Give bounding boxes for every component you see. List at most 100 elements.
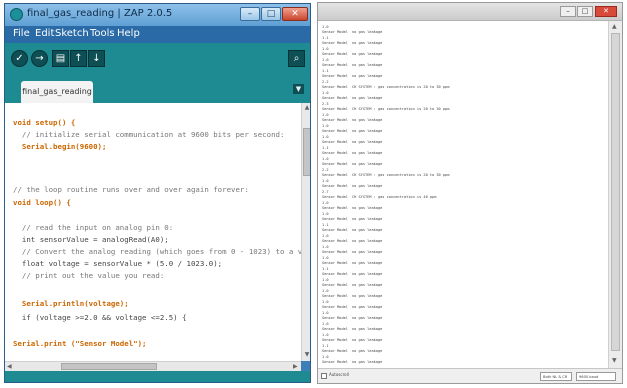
serial-line: 1.1 Sensor Model no gas leakage (322, 69, 606, 80)
scroll-down-icon[interactable]: ▼ (303, 351, 310, 359)
menu-edit[interactable]: Edit (35, 28, 54, 39)
sensor-voltage-value: 1.0 (322, 245, 329, 249)
serial-line: 1.0 Sensor Model no gas leakage (322, 47, 606, 58)
serial-line: 2.2 Sensor Model CH SYSTEM : gas concentra… (322, 80, 606, 91)
sensor-model-label: Sensor Model (322, 228, 348, 232)
menu-sketch[interactable]: Sketch (55, 28, 89, 39)
gas-status-message: no gas leakage (352, 162, 383, 166)
scrollbar-thumb[interactable] (303, 128, 310, 176)
tab-menu-icon[interactable]: ▼ (293, 84, 304, 94)
gas-status-message: no gas leakage (352, 217, 383, 221)
gas-status-message: CH SYSTEM : gas concentration is 40 ppm (352, 195, 437, 199)
sensor-model-label: Sensor Model (322, 118, 348, 122)
gas-status-message: no gas leakage (352, 239, 383, 243)
maximize-button[interactable]: □ (261, 7, 281, 21)
sensor-voltage-value: 2.7 (322, 190, 329, 194)
sensor-model-label: Sensor Model (322, 129, 348, 133)
serial-output[interactable]: 1.0 Sensor Model no gas leakage 1.1 Sensor M… (318, 21, 608, 368)
menu-file[interactable]: File (13, 28, 30, 39)
sensor-voltage-value: 1.0 (322, 47, 329, 51)
open-icon[interactable]: ↑ (70, 50, 87, 67)
sensor-voltage-value: 1.0 (322, 201, 329, 205)
editor-horizontal-scrollbar[interactable]: ◀ ▶ (5, 361, 301, 371)
baud-rate-select[interactable]: 9600 baud (576, 372, 616, 381)
close-button[interactable]: ✕ (282, 7, 308, 21)
gas-status-message: no gas leakage (352, 294, 383, 298)
close-button[interactable]: ✕ (595, 6, 617, 17)
serial-line: 1.0 Sensor Model no gas leakage (322, 234, 606, 245)
gas-status-message: no gas leakage (352, 184, 383, 188)
serial-line: 1.1 Sensor Model no gas leakage (322, 36, 606, 47)
tab-sketch[interactable]: final_gas_reading (21, 81, 93, 103)
serial-line: 1.0 Sensor Model no gas leakage (322, 179, 606, 190)
scroll-up-icon[interactable]: ▲ (612, 23, 617, 30)
scrollbar-thumb[interactable] (61, 363, 157, 370)
gas-status-message: no gas leakage (352, 261, 383, 265)
sensor-model-label: Sensor Model (322, 74, 348, 78)
sensor-model-label: Sensor Model (322, 85, 348, 89)
serial-vertical-scrollbar[interactable]: ▲ ▼ (608, 21, 622, 368)
sensor-model-label: Sensor Model (322, 338, 348, 342)
sensor-voltage-value: 1.0 (322, 212, 329, 216)
menu-tools[interactable]: Tools (90, 28, 115, 39)
sensor-voltage-value: 1.0 (322, 157, 329, 161)
serial-line: 1.0 Sensor Model no gas leakage (322, 212, 606, 223)
sensor-model-label: Sensor Model (322, 239, 348, 243)
minimize-button[interactable]: – (560, 6, 576, 17)
gas-status-message: no gas leakage (352, 63, 383, 67)
serial-line: 1.0 Sensor Model no gas leakage (322, 355, 606, 366)
save-icon[interactable]: ↓ (88, 50, 105, 67)
ide-titlebar[interactable]: final_gas_reading | ZAP 2.0.5 – □ ✕ (5, 4, 310, 26)
sensor-voltage-value: 1.1 (322, 344, 329, 348)
serial-line: 1.0 Sensor Model no gas leakage (322, 289, 606, 300)
serial-line: 1.0 Sensor Model no gas leakage (322, 300, 606, 311)
maximize-button[interactable]: □ (577, 6, 593, 17)
sensor-voltage-value: 1.0 (322, 179, 329, 183)
code-editor[interactable]: void setup() { // initialize serial comm… (5, 103, 301, 361)
scroll-down-icon[interactable]: ▼ (612, 357, 617, 364)
sensor-voltage-value: 1.0 (322, 124, 329, 128)
serial-line: 1.0 Sensor Model no gas leakage (322, 124, 606, 135)
serial-line: 1.0 Sensor Model no gas leakage (322, 201, 606, 212)
scroll-left-icon[interactable]: ◀ (7, 363, 12, 370)
autoscroll-checkbox[interactable] (321, 373, 327, 379)
line-ending-select[interactable]: Both NL & CR (540, 372, 572, 381)
scroll-up-icon[interactable]: ▲ (303, 104, 310, 112)
gas-status-message: no gas leakage (352, 360, 383, 364)
gas-status-message: no gas leakage (352, 272, 383, 276)
serial-line: 1.0 Sensor Model no gas leakage (322, 311, 606, 322)
sensor-voltage-value: 1.0 (322, 234, 329, 238)
code-line: // Convert the analog reading (which goe… (13, 247, 301, 256)
serial-line: 1.0 Sensor Model no gas leakage (322, 113, 606, 124)
tab-bar: final_gas_reading ▼ (5, 75, 310, 103)
serial-line: 1.0 Sensor Model no gas leakage (322, 322, 606, 333)
sensor-voltage-value: 1.1 (322, 267, 329, 271)
sensor-voltage-value: 1.0 (322, 58, 329, 62)
serial-bottom-bar: Autoscroll Both NL & CR 9600 baud (318, 368, 622, 383)
menu-help[interactable]: Help (117, 28, 140, 39)
status-bar (5, 371, 310, 382)
scroll-right-icon[interactable]: ▶ (293, 363, 298, 370)
gas-status-message: CH SYSTEM : gas concentration is 20 to 3… (352, 85, 450, 89)
sensor-model-label: Sensor Model (322, 305, 348, 309)
code-line: int sensorValue = analogRead(A0); (13, 235, 169, 244)
gas-status-message: no gas leakage (352, 129, 383, 133)
verify-icon[interactable]: ✓ (11, 50, 28, 67)
sensor-voltage-value: 1.0 (322, 300, 329, 304)
new-icon[interactable]: ▤ (52, 50, 69, 67)
scrollbar-thumb[interactable] (611, 33, 620, 351)
serial-line: 1.0 Sensor Model no gas leakage (322, 91, 606, 102)
serial-monitor-icon[interactable]: ⌕ (288, 50, 305, 67)
sensor-voltage-value: 1.1 (322, 69, 329, 73)
sensor-model-label: Sensor Model (322, 250, 348, 254)
code-line: // the loop routine runs over and over a… (13, 185, 249, 194)
sensor-voltage-value: 2.2 (322, 80, 329, 84)
serial-line: 2.7 Sensor Model CH SYSTEM : gas concentra… (322, 190, 606, 201)
upload-icon[interactable]: → (31, 50, 48, 67)
minimize-button[interactable]: – (240, 7, 260, 21)
code-line: // read the input on analog pin 0: (13, 223, 174, 232)
editor-vertical-scrollbar[interactable]: ▲ ▼ (301, 103, 310, 361)
sensor-voltage-value: 1.1 (322, 146, 329, 150)
serial-titlebar[interactable]: – □ ✕ (318, 3, 622, 21)
gas-status-message: no gas leakage (352, 316, 383, 320)
